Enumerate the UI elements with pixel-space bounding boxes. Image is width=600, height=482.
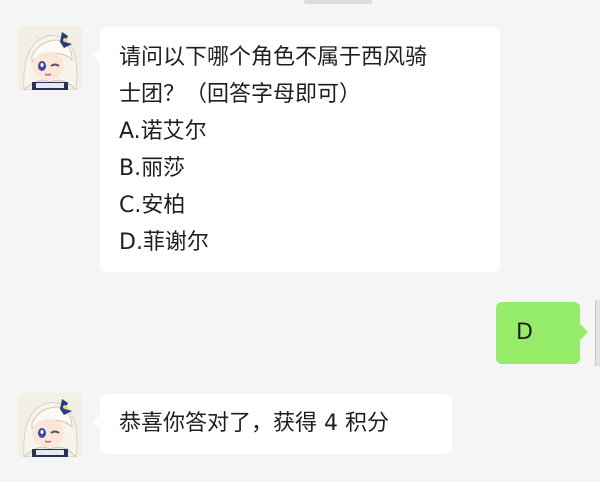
- bubble-tail: [580, 324, 588, 340]
- top-scroll-tab: [304, 0, 372, 4]
- message-text: D: [516, 320, 533, 345]
- bot-message-bubble[interactable]: 请问以下哪个角色不属于西风骑 士团？（回答字母即可） A.诺艾尔 B.丽莎 C.…: [93, 27, 500, 272]
- answer-option-d: D.菲谢尔: [119, 230, 209, 255]
- user-avatar[interactable]: [595, 300, 600, 366]
- message-line: 请问以下哪个角色不属于西风骑: [119, 45, 428, 70]
- user-message-bubble[interactable]: D: [496, 302, 588, 364]
- answer-option-b: B.丽莎: [119, 156, 186, 181]
- message-text: 恭喜你答对了，获得 4 积分: [119, 411, 389, 436]
- bot-message-bubble[interactable]: 恭喜你答对了，获得 4 积分: [93, 394, 452, 454]
- bubble-tail: [93, 414, 101, 430]
- bot-avatar[interactable]: [18, 26, 82, 90]
- bot-avatar[interactable]: [18, 393, 82, 457]
- message-line: 士团？（回答字母即可）: [119, 82, 362, 107]
- bubble-tail: [93, 47, 101, 63]
- paimon-avatar-icon: [18, 26, 82, 90]
- answer-option-c: C.安柏: [119, 193, 186, 218]
- answer-option-a: A.诺艾尔: [119, 119, 207, 144]
- paimon-avatar-icon: [18, 393, 82, 457]
